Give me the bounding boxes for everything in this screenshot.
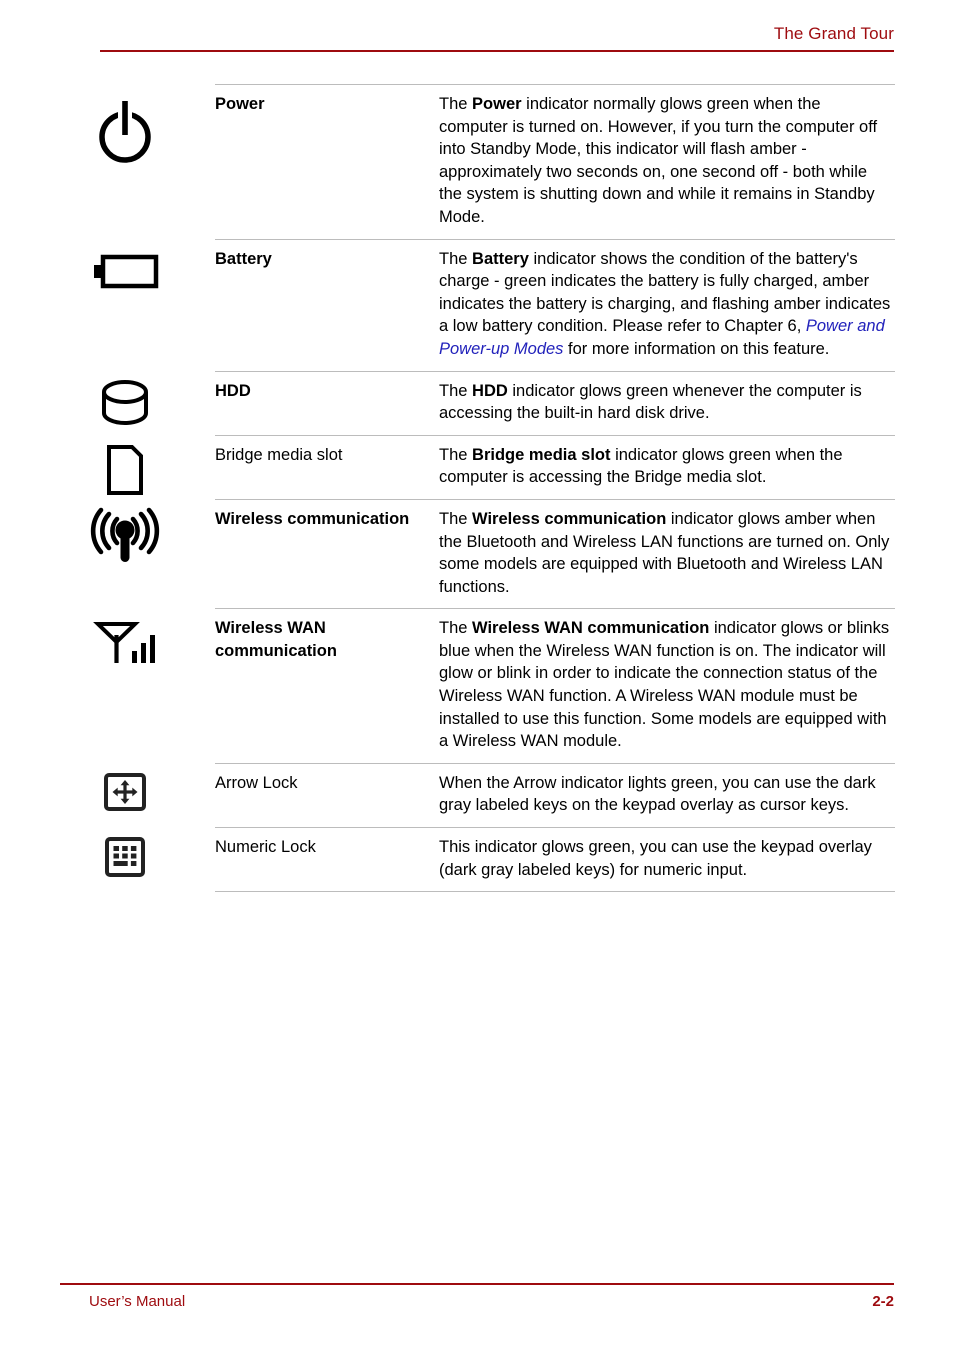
- page-title: The Grand Tour: [773, 24, 894, 43]
- indicator-name: Wireless communication: [215, 509, 410, 528]
- footer-divider: [60, 1283, 894, 1285]
- table-row: Power The Power indicator normally glows…: [99, 84, 895, 239]
- table-row: Wireless WAN communication The Wireless …: [93, 608, 895, 763]
- arrow-lock-icon: [55, 772, 195, 812]
- indicator-name: HDD: [215, 381, 251, 400]
- wireless-wan-icon: [55, 615, 195, 671]
- indicator-description: This indicator glows green, you can use …: [439, 838, 872, 879]
- indicator-name: Wireless WAN communication: [215, 619, 337, 660]
- footer-manual-label: User’s Manual: [89, 1293, 186, 1310]
- indicator-description: The Bridge media slot indicator glows gr…: [439, 445, 843, 487]
- numeric-lock-icon: [55, 836, 195, 878]
- header-divider: [100, 50, 894, 52]
- table-row: Arrow Lock When the Arrow indicator ligh…: [104, 762, 895, 827]
- indicator-description: The Wireless WAN communication indicator…: [439, 619, 890, 751]
- page-footer: User’s Manual 2-2: [60, 1283, 894, 1323]
- indicator-name: Battery: [215, 249, 272, 268]
- indicator-description: The HDD indicator glows green whenever t…: [439, 381, 862, 423]
- bridge-media-slot-icon: [55, 442, 195, 498]
- table-row: Wireless communication The Wireless comm…: [90, 498, 895, 608]
- indicator-table: Power The Power indicator normally glows…: [90, 84, 895, 893]
- battery-icon: [55, 252, 195, 292]
- table-row: HDD The HDD indicator glows green whenev…: [102, 370, 895, 435]
- hdd-icon: [55, 379, 195, 430]
- indicator-name: Numeric Lock: [215, 838, 316, 857]
- footer-page-number: 2-2: [872, 1293, 894, 1310]
- table-row: Numeric Lock This indicator glows green,…: [105, 827, 895, 893]
- table-row: Battery The Battery indicator shows the …: [94, 238, 895, 371]
- indicator-name: Arrow Lock: [215, 773, 298, 792]
- indicator-description: When the Arrow indicator lights green, y…: [439, 773, 876, 815]
- indicator-description: The Power indicator normally glows green…: [439, 95, 878, 226]
- indicator-description: The Battery indicator shows the conditio…: [439, 249, 891, 358]
- power-icon: [55, 97, 195, 165]
- indicator-name: Power: [215, 95, 265, 113]
- page-header: The Grand Tour: [60, 24, 894, 54]
- wireless-communication-icon: [55, 506, 195, 568]
- indicator-name: Bridge media slot: [215, 445, 343, 464]
- table-row: Bridge media slot The Bridge media slot …: [107, 434, 895, 499]
- indicator-description: The Wireless communication indicator glo…: [439, 509, 890, 596]
